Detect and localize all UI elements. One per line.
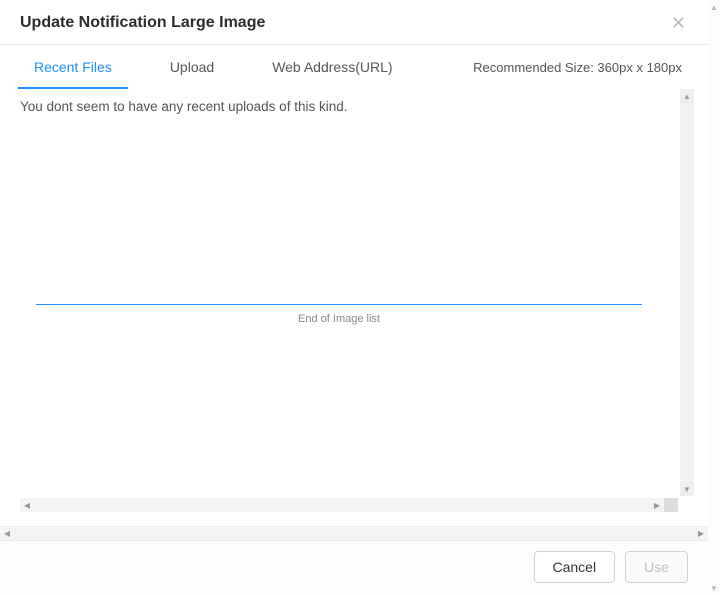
close-icon[interactable]: ✕	[669, 14, 688, 32]
scroll-up-icon[interactable]: ▲	[708, 0, 720, 14]
button-label: Use	[644, 559, 669, 575]
content-inner: You dont seem to have any recent uploads…	[0, 89, 678, 496]
tabs-row: Recent Files Upload Web Address(URL) Rec…	[0, 45, 708, 89]
content-area: You dont seem to have any recent uploads…	[0, 89, 708, 526]
scroll-track[interactable]	[680, 103, 694, 482]
use-button[interactable]: Use	[625, 551, 688, 583]
dialog-footer: Cancel Use	[0, 540, 708, 595]
tabs: Recent Files Upload Web Address(URL)	[20, 45, 437, 89]
cancel-button[interactable]: Cancel	[534, 551, 616, 583]
scroll-down-icon[interactable]: ▼	[680, 482, 694, 496]
scroll-right-icon[interactable]: ▶	[650, 498, 664, 512]
scroll-corner	[664, 498, 678, 512]
scroll-track[interactable]	[14, 527, 694, 540]
dialog: ▲ ▼ Update Notification Large Image ✕ Re…	[0, 0, 720, 595]
scroll-down-icon[interactable]: ▼	[708, 581, 720, 595]
tab-recent-files[interactable]: Recent Files	[20, 45, 126, 89]
end-divider: End of Image list	[36, 304, 642, 325]
dialog-main: Update Notification Large Image ✕ Recent…	[0, 0, 708, 595]
tab-web-address[interactable]: Web Address(URL)	[258, 45, 406, 89]
tab-upload[interactable]: Upload	[156, 45, 228, 89]
inner-horizontal-scrollbar[interactable]: ◀ ▶	[20, 498, 678, 512]
dialog-title: Update Notification Large Image	[20, 14, 265, 32]
button-label: Cancel	[553, 559, 597, 575]
outer-vertical-scrollbar[interactable]: ▲ ▼	[708, 0, 720, 595]
dialog-header: Update Notification Large Image ✕	[0, 0, 708, 45]
outer-horizontal-scrollbar[interactable]: ◀ ▶	[0, 526, 708, 540]
inner-vertical-scrollbar[interactable]: ▲ ▼	[680, 89, 694, 496]
tab-label: Web Address(URL)	[272, 59, 392, 75]
empty-state-message: You dont seem to have any recent uploads…	[0, 89, 678, 114]
scroll-left-icon[interactable]: ◀	[0, 527, 14, 540]
scroll-right-icon[interactable]: ▶	[694, 527, 708, 540]
scroll-track[interactable]	[34, 498, 650, 512]
tab-label: Recent Files	[34, 59, 112, 75]
recommended-size-label: Recommended Size: 360px x 180px	[473, 60, 688, 75]
tab-label: Upload	[170, 59, 214, 75]
scroll-up-icon[interactable]: ▲	[680, 89, 694, 103]
end-of-list-label: End of Image list	[36, 313, 642, 325]
scroll-left-icon[interactable]: ◀	[20, 498, 34, 512]
scroll-track[interactable]	[708, 14, 720, 581]
